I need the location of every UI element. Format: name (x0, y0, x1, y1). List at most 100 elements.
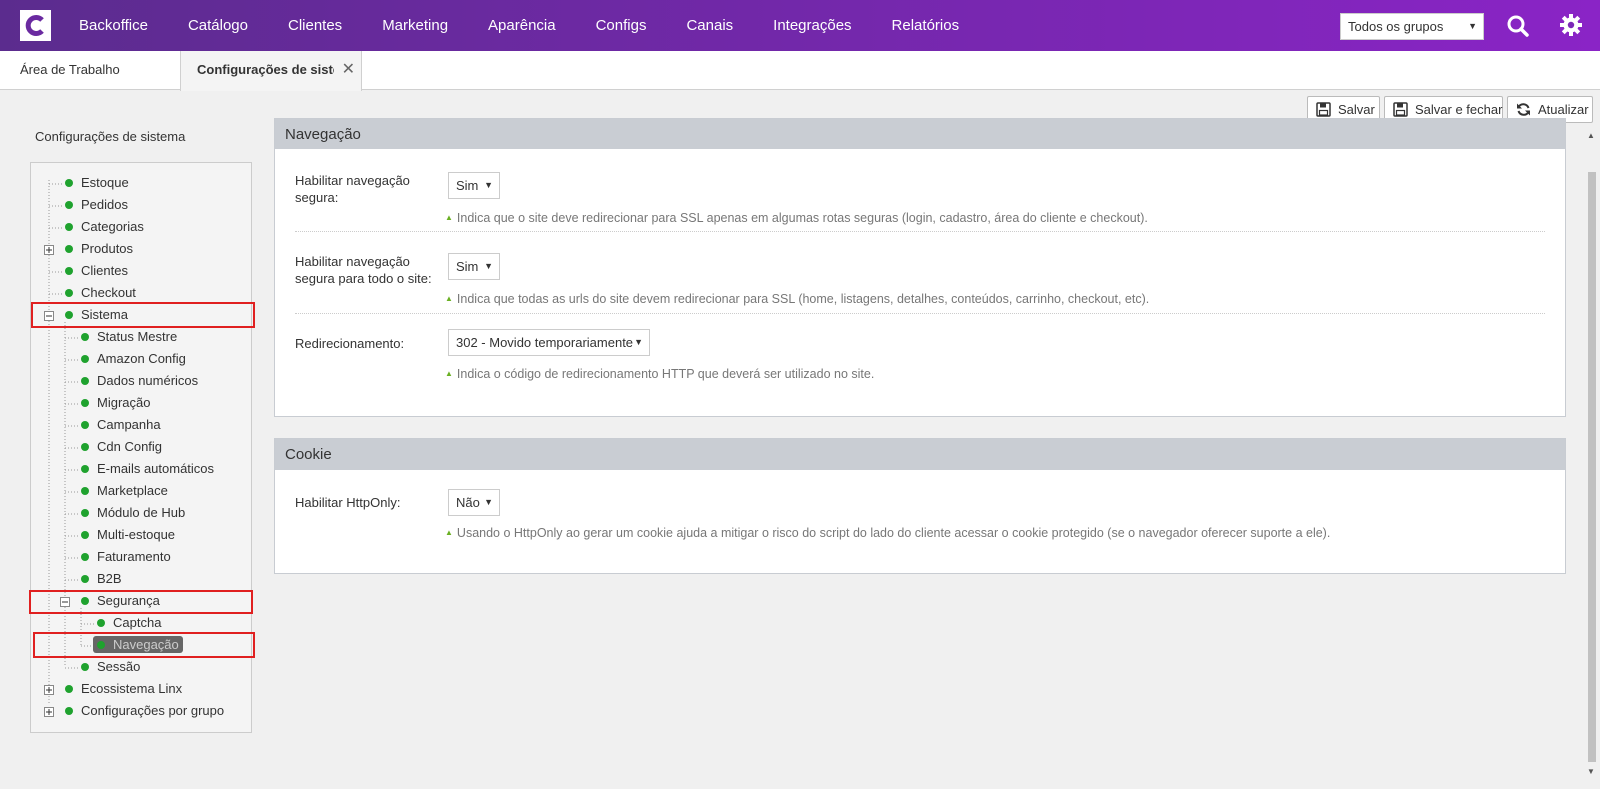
field-hint: ▲ Indica que o site deve redirecionar par… (445, 211, 1148, 225)
status-dot (81, 376, 89, 385)
field-hint: ▲ Usando o HttpOnly ao gerar um cookie aj… (445, 526, 1330, 540)
logo-icon[interactable] (20, 10, 51, 41)
panel-cookie: Cookie Habilitar HttpOnly: Não ▼ ▲ Usando… (274, 438, 1566, 574)
tree-node-modulo-de-hub[interactable]: Módulo de Hub (81, 503, 185, 523)
close-icon[interactable]: ✕ (342, 51, 355, 89)
triangle-up-icon: ▲ (445, 294, 453, 303)
nav-configs[interactable]: Configs (576, 0, 667, 51)
caret-down-icon: ▼ (634, 337, 643, 347)
tree-node-label: Produtos (81, 241, 134, 256)
select-navegacao-segura-todo-site[interactable]: Sim ▼ (448, 253, 500, 280)
save-button-label: Salvar (1338, 102, 1375, 117)
tree-node-cdn-config[interactable]: Cdn Config (81, 437, 162, 457)
tree-node-captcha[interactable]: Captcha (97, 613, 161, 633)
status-dot (81, 552, 89, 561)
refresh-icon (1517, 103, 1530, 116)
tree-node-pedidos[interactable]: Pedidos (65, 195, 128, 215)
tree-node-label: Ecossistema Linx (81, 681, 183, 696)
tree-node-emails-automaticos[interactable]: E-mails automáticos (81, 459, 214, 479)
triangle-up-icon: ▲ (445, 213, 453, 222)
nav-aparencia[interactable]: Aparência (468, 0, 576, 51)
caret-down-icon: ▼ (1468, 21, 1477, 31)
tree-node-label: E-mails automáticos (97, 461, 215, 476)
field-hint-text: Usando o HttpOnly ao gerar um cookie aju… (456, 526, 1331, 540)
group-select-value: Todos os grupos (1348, 19, 1444, 34)
nav-marketing[interactable]: Marketing (362, 0, 468, 51)
tree-node-categorias[interactable]: Categorias (65, 217, 144, 237)
tab-area-de-trabalho[interactable]: Área de Trabalho (0, 51, 180, 90)
tree-node-multi-estoque[interactable]: Multi-estoque (81, 525, 175, 545)
status-dot (81, 464, 89, 473)
status-dot (81, 420, 89, 429)
status-dot (81, 574, 89, 583)
highlight-box-sistema (31, 302, 255, 328)
nav-canais[interactable]: Canais (666, 0, 753, 51)
status-dot (81, 486, 89, 495)
status-dot (65, 200, 73, 209)
tree-node-label: Amazon Config (97, 351, 186, 366)
tree-node-ecossistema-linx[interactable]: Ecossistema Linx (65, 679, 182, 699)
floppy-icon (1316, 102, 1331, 117)
scroll-down-icon[interactable]: ▼ (1587, 767, 1595, 776)
tree-node-clientes[interactable]: Clientes (65, 261, 128, 281)
nav-clientes[interactable]: Clientes (268, 0, 362, 51)
tree-node-label: Status Mestre (97, 329, 178, 344)
scrollbar-thumb[interactable] (1588, 172, 1596, 762)
tree-node-dados-numericos[interactable]: Dados numéricos (81, 371, 198, 391)
status-dot (81, 662, 89, 671)
gear-icon[interactable] (1559, 13, 1583, 37)
nav-catalogo[interactable]: Catálogo (168, 0, 268, 51)
tab-configuracoes-de-sistema[interactable]: Configurações de sistema ✕ (180, 51, 362, 91)
nav-backoffice[interactable]: Backoffice (59, 0, 168, 51)
caret-down-icon: ▼ (484, 261, 493, 271)
select-redirecionamento[interactable]: 302 - Movido temporariamente ▼ (448, 329, 650, 356)
status-dot (81, 442, 89, 451)
tree-node-campanha[interactable]: Campanha (81, 415, 161, 435)
tree-node-label: Migração (97, 395, 151, 410)
select-value: Não (456, 495, 480, 510)
tree-node-label: Sessão (97, 659, 141, 674)
field-label: Habilitar navegação segura para todo o s… (295, 254, 432, 286)
tree-node-label: B2B (97, 571, 122, 586)
tree-node-label: Módulo de Hub (97, 505, 186, 520)
setting-row: Habilitar navegação segura: Sim ▼ ▲ Indic… (295, 150, 1545, 232)
highlight-box-seguranca (29, 590, 253, 614)
setting-row: Habilitar navegação segura para todo o s… (295, 232, 1545, 314)
tree-node-label: Faturamento (97, 549, 171, 564)
tree-node-label: Dados numéricos (97, 373, 199, 388)
tree-node-faturamento[interactable]: Faturamento (81, 547, 171, 567)
status-dot (65, 288, 73, 297)
select-navegacao-segura[interactable]: Sim ▼ (448, 172, 500, 199)
group-select[interactable]: Todos os grupos ▼ (1340, 13, 1484, 40)
select-value: Sim (456, 259, 479, 274)
tree-node-label: Checkout (81, 285, 136, 300)
tree-node-label: Cdn Config (97, 439, 163, 454)
select-httponly[interactable]: Não ▼ (448, 489, 500, 516)
tree-node-label: Marketplace (97, 483, 168, 498)
triangle-up-icon: ▲ (445, 528, 453, 537)
setting-row: Redirecionamento: 302 - Movido temporari… (295, 314, 1545, 404)
caret-down-icon: ▼ (484, 497, 493, 507)
tree-node-marketplace[interactable]: Marketplace (81, 481, 168, 501)
triangle-up-icon: ▲ (445, 369, 453, 378)
tree-node-status-mestre[interactable]: Status Mestre (81, 327, 177, 347)
status-dot (65, 244, 73, 253)
tree-node-b2b[interactable]: B2B (81, 569, 122, 589)
status-dot (65, 178, 73, 187)
main-nav: Backoffice Catálogo Clientes Marketing A… (59, 0, 979, 51)
tree-node-configuracoes-por-grupo[interactable]: Configurações por grupo (65, 701, 224, 721)
tree-node-migracao[interactable]: Migração (81, 393, 150, 413)
highlight-box-navegacao (33, 632, 255, 658)
tab-label: Configurações de sistema (197, 62, 334, 77)
search-icon[interactable] (1506, 14, 1530, 38)
scroll-up-icon[interactable]: ▲ (1587, 131, 1595, 140)
tree-node-amazon-config[interactable]: Amazon Config (81, 349, 186, 369)
nav-integracoes[interactable]: Integrações (753, 0, 871, 51)
tree-node-produtos[interactable]: Produtos (65, 239, 133, 259)
tree-node-checkout[interactable]: Checkout (65, 283, 136, 303)
tree-node-estoque[interactable]: Estoque (65, 173, 129, 193)
nav-relatorios[interactable]: Relatórios (872, 0, 980, 51)
status-dot (65, 684, 73, 693)
tree-node-sessao[interactable]: Sessão (81, 657, 140, 677)
status-dot (81, 530, 89, 539)
